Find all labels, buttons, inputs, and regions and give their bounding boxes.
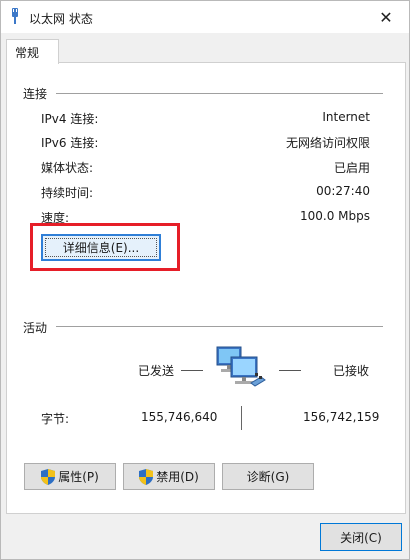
disable-button-label: 禁用(D) [156, 470, 199, 484]
title-bar[interactable]: 以太网 状态 ✕ [1, 1, 409, 33]
received-dash [279, 370, 301, 371]
ipv4-label: IPv4 连接: [41, 112, 99, 126]
connection-divider [56, 93, 383, 94]
duration-label: 持续时间: [41, 186, 94, 200]
close-button[interactable]: 关闭(C) [320, 523, 402, 551]
general-panel [6, 62, 406, 514]
diagnose-button-label: 诊断(G) [246, 470, 290, 484]
uac-shield-icon [139, 468, 154, 485]
bytes-received-value: 156,742,159 [303, 410, 380, 424]
status-window: 以太网 状态 ✕ 常规 连接 IPv4 连接: Internet IPv6 连接… [0, 0, 410, 560]
details-button-label: 详细信息(E)... [62, 241, 140, 255]
activity-divider [56, 326, 383, 327]
tab-general[interactable]: 常规 [6, 39, 59, 64]
ipv4-value: Internet [322, 110, 370, 124]
duration-value: 00:27:40 [316, 184, 370, 198]
close-button-label: 关闭(C) [340, 530, 382, 545]
network-computers-icon [216, 346, 266, 387]
sent-dash [181, 370, 203, 371]
connection-section-label: 连接 [23, 87, 48, 101]
bytes-label: 字节: [41, 412, 70, 426]
media-state-label: 媒体状态: [41, 161, 94, 175]
ipv6-value: 无网络访问权限 [285, 136, 370, 150]
received-label: 已接收 [333, 364, 370, 378]
uac-shield-icon [41, 468, 56, 485]
ipv6-label: IPv6 连接: [41, 136, 99, 150]
tab-general-label: 常规 [15, 46, 40, 60]
diagnose-button[interactable]: 诊断(G) [222, 463, 314, 490]
disable-button[interactable]: 禁用(D) [123, 463, 215, 490]
close-icon[interactable]: ✕ [363, 1, 409, 33]
properties-button-label: 属性(P) [58, 470, 99, 484]
properties-button[interactable]: 属性(P) [24, 463, 116, 490]
activity-section-label: 活动 [23, 321, 48, 335]
window-title: 以太网 状态 [29, 12, 93, 26]
details-button[interactable]: 详细信息(E)... [41, 234, 161, 261]
sent-label: 已发送 [138, 364, 175, 378]
speed-value: 100.0 Mbps [299, 209, 370, 223]
ethernet-plug-icon [12, 8, 18, 24]
media-state-value: 已启用 [333, 161, 370, 175]
bytes-sent-value: 155,746,640 [141, 410, 218, 424]
activity-separator [241, 406, 242, 430]
